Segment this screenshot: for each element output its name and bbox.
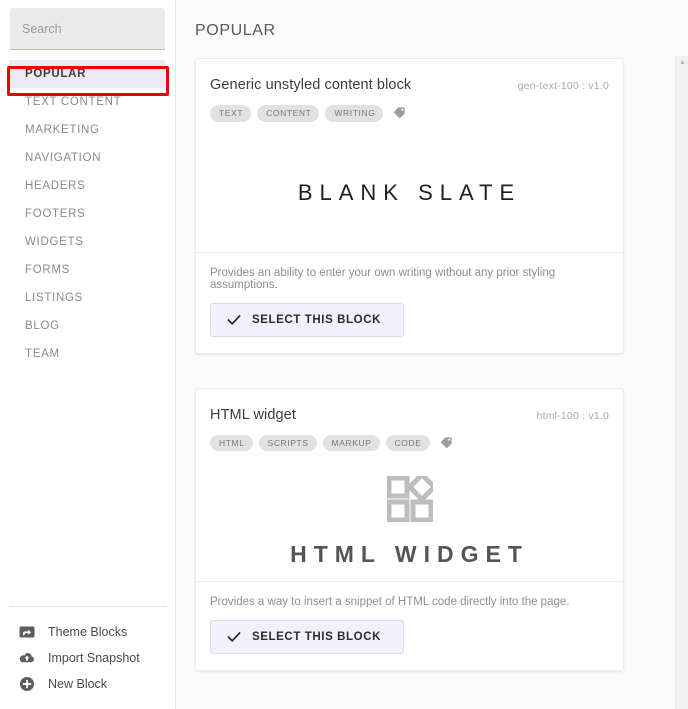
tag-chip[interactable]: WRITING	[325, 105, 384, 122]
theme-blocks-label: Theme Blocks	[48, 625, 128, 639]
import-snapshot-label: Import Snapshot	[48, 651, 140, 665]
sidebar-item-label: NAVIGATION	[25, 152, 102, 164]
tag-icon[interactable]	[439, 436, 453, 450]
preview-text: HTML WIDGET	[290, 541, 529, 567]
select-button-label: SELECT THIS BLOCK	[252, 631, 382, 643]
cloud-upload-icon	[19, 650, 35, 666]
card-preview: HTML WIDGET	[196, 463, 623, 581]
theme-blocks-icon	[19, 624, 35, 640]
search-container	[0, 0, 175, 50]
sidebar-divider	[10, 606, 166, 607]
sidebar-item-headers[interactable]: HEADERS	[9, 172, 165, 200]
sidebar-item-label: TEXT CONTENT	[25, 96, 122, 108]
card-description: Provides an ability to enter your own wr…	[196, 251, 623, 291]
card-actions: SELECT THIS BLOCK	[196, 608, 623, 670]
tag-icon[interactable]	[392, 106, 406, 120]
tag-chip[interactable]: SCRIPTS	[258, 434, 317, 451]
import-snapshot-button[interactable]: Import Snapshot	[0, 645, 176, 671]
tag-chip[interactable]: HTML	[210, 434, 253, 451]
sidebar-item-label: BLOG	[25, 320, 60, 332]
card-version-meta: html-100 : v1.0	[536, 409, 609, 422]
select-this-block-button[interactable]: SELECT THIS BLOCK	[210, 302, 405, 337]
sidebar-item-popular[interactable]: POPULAR	[9, 60, 165, 88]
vertical-scrollbar[interactable]: ▲	[675, 56, 688, 709]
sidebar-item-label: WIDGETS	[25, 236, 84, 248]
block-picker-app: POPULAR TEXT CONTENT MARKETING NAVIGATIO…	[0, 0, 688, 709]
tag-chip[interactable]: MARKUP	[322, 434, 380, 451]
main-content: POPULAR Generic unstyled content block g…	[176, 0, 688, 709]
card-version-meta: gen-text-100 : v1.0	[517, 80, 609, 92]
plus-circle-icon	[19, 676, 35, 692]
sidebar-item-footers[interactable]: FOOTERS	[9, 200, 165, 228]
widgets-grid-icon	[386, 471, 438, 527]
sidebar: POPULAR TEXT CONTENT MARKETING NAVIGATIO…	[0, 0, 176, 709]
sidebar-item-blog[interactable]: BLOG	[9, 312, 165, 340]
sidebar-item-label: FORMS	[25, 264, 71, 276]
card-header: Generic unstyled content block gen-text-…	[196, 59, 623, 93]
block-card[interactable]: Generic unstyled content block gen-text-…	[195, 58, 624, 354]
card-tag-list: TEXT CONTENT WRITING	[196, 93, 623, 122]
sidebar-item-label: MARKETING	[25, 124, 100, 136]
sidebar-footer: Theme Blocks Import Snapshot New Block	[0, 606, 176, 709]
scroll-up-arrow-icon[interactable]: ▲	[676, 59, 688, 67]
sidebar-item-label: LISTINGS	[25, 292, 84, 304]
sidebar-item-team[interactable]: TEAM	[9, 340, 165, 368]
sidebar-item-widgets[interactable]: WIDGETS	[9, 228, 165, 256]
sidebar-item-marketing[interactable]: MARKETING	[9, 116, 165, 144]
sidebar-item-navigation[interactable]: NAVIGATION	[9, 144, 165, 172]
sidebar-nav: POPULAR TEXT CONTENT MARKETING NAVIGATIO…	[0, 60, 175, 368]
tag-chip[interactable]: CONTENT	[257, 105, 320, 122]
theme-blocks-button[interactable]: Theme Blocks	[0, 619, 176, 645]
sidebar-item-label: POPULAR	[25, 68, 87, 80]
card-tag-list: HTML SCRIPTS MARKUP CODE	[196, 423, 623, 451]
check-icon	[227, 313, 241, 327]
tag-chip[interactable]: CODE	[385, 434, 430, 451]
select-button-label: SELECT THIS BLOCK	[252, 313, 382, 326]
card-actions: SELECT THIS BLOCK	[196, 291, 623, 353]
preview-text: BLANK SLATE	[297, 179, 522, 205]
page-title: POPULAR	[195, 22, 276, 39]
sidebar-item-label: TEAM	[25, 348, 60, 360]
tag-chip[interactable]: TEXT	[210, 105, 252, 122]
block-card-list: Generic unstyled content block gen-text-…	[176, 58, 688, 705]
new-block-label: New Block	[48, 677, 108, 691]
block-card[interactable]: HTML widget html-100 : v1.0 HTML SCRIPTS…	[195, 387, 624, 671]
sidebar-item-label: HEADERS	[25, 180, 86, 192]
sidebar-item-listings[interactable]: LISTINGS	[9, 284, 165, 312]
new-block-button[interactable]: New Block	[0, 671, 176, 697]
card-header: HTML widget html-100 : v1.0	[196, 389, 623, 423]
check-icon	[227, 630, 241, 644]
sidebar-item-forms[interactable]: FORMS	[9, 256, 165, 284]
card-description: Provides a way to insert a snippet of HT…	[196, 581, 623, 608]
sidebar-item-text-content[interactable]: TEXT CONTENT	[9, 88, 165, 116]
search-input[interactable]	[10, 8, 165, 50]
select-this-block-button[interactable]: SELECT THIS BLOCK	[210, 620, 405, 654]
sidebar-item-label: FOOTERS	[25, 208, 86, 220]
card-preview: BLANK SLATE	[196, 134, 623, 252]
